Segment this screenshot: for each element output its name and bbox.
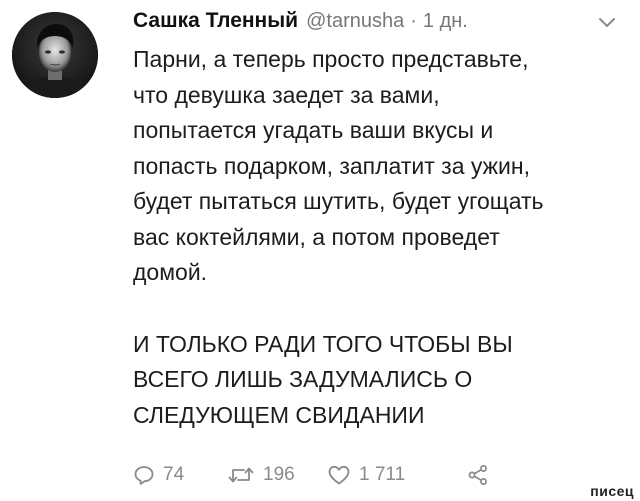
chevron-down-icon[interactable]	[596, 14, 618, 32]
heart-icon	[327, 464, 351, 486]
header-separator: ·	[410, 10, 417, 32]
reply-count: 74	[163, 464, 185, 485]
tweet-actions: 74 196 1 711	[133, 460, 489, 490]
reply-icon	[133, 464, 155, 486]
watermark: писец	[590, 483, 634, 499]
retweet-button[interactable]: 196	[227, 464, 327, 486]
avatar[interactable]	[12, 12, 98, 98]
reply-button[interactable]: 74	[133, 464, 225, 486]
retweet-icon	[227, 464, 255, 486]
like-button[interactable]: 1 711	[327, 464, 467, 486]
tweet-header: Сашка Тленный @tarnusha · 1 дн.	[133, 9, 468, 39]
tweet-timestamp[interactable]: 1 дн.	[423, 10, 468, 33]
retweet-count: 196	[263, 464, 295, 485]
share-icon	[467, 464, 489, 486]
share-button[interactable]	[467, 464, 489, 486]
author-display-name[interactable]: Сашка Тленный	[133, 9, 298, 33]
tweet: Сашка Тленный @tarnusha · 1 дн. Парни, а…	[0, 0, 640, 501]
author-handle[interactable]: @tarnusha	[306, 10, 404, 33]
tweet-text: Парни, а теперь просто представьте, что …	[133, 42, 613, 433]
tweet-paragraph: И ТОЛЬКО РАДИ ТОГО ЧТОБЫ ВЫ ВСЕГО ЛИШЬ З…	[133, 330, 513, 428]
like-count: 1 711	[359, 464, 406, 485]
avatar-image	[12, 12, 98, 98]
tweet-paragraph: Парни, а теперь просто представьте, что …	[133, 46, 544, 285]
